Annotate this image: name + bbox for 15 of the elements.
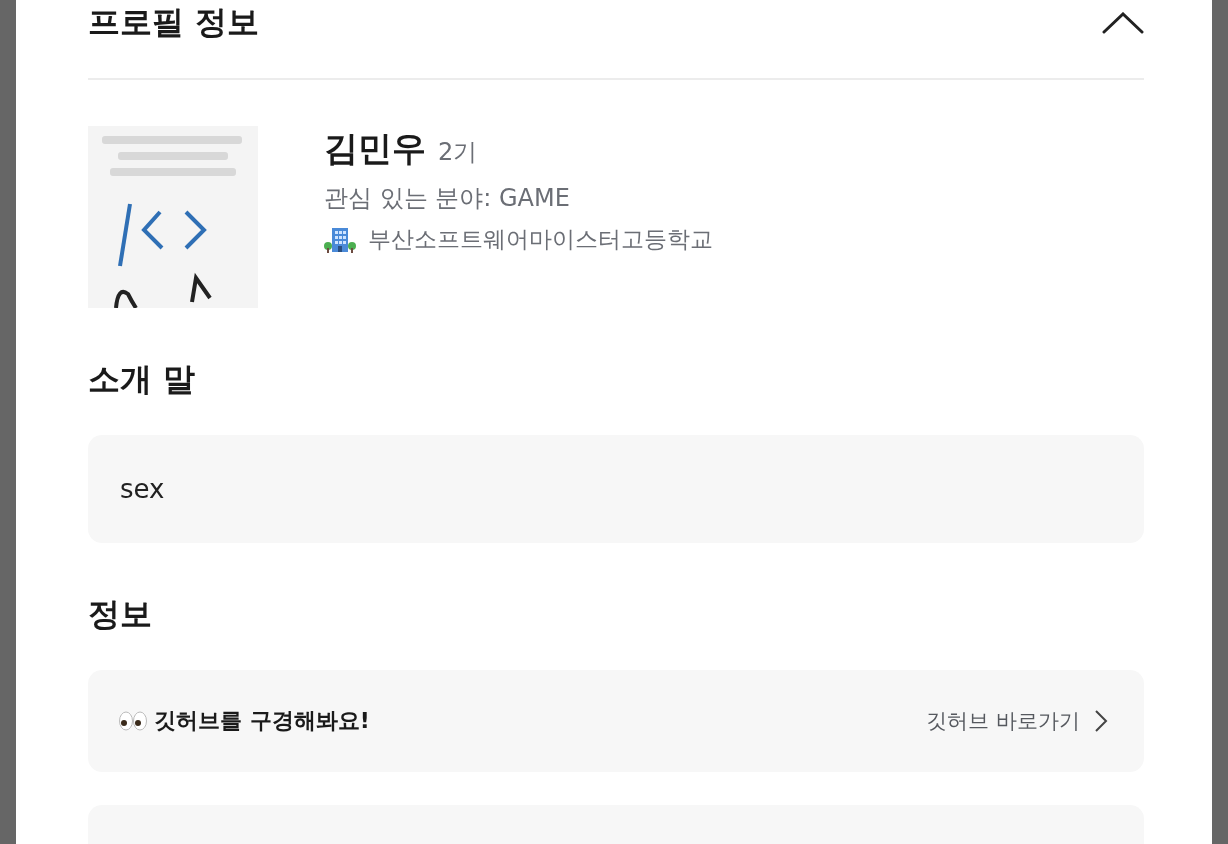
building-icon <box>324 225 356 254</box>
school-name: 부산소프트웨어마이스터고등학교 <box>368 225 713 254</box>
modal-title: 프로필 정보 <box>88 5 260 41</box>
section-heading: 정보 <box>88 597 153 633</box>
close-button[interactable] <box>1102 12 1144 34</box>
github-link[interactable]: 깃허브 바로가기 <box>926 707 1108 736</box>
card-title: 깃허브를 구경해봐요! <box>154 707 370 736</box>
generation-label: 2기 <box>438 137 478 168</box>
interest-text: 관심 있는 분야: GAME <box>324 183 570 214</box>
close-icon <box>1102 12 1144 34</box>
user-name: 김민우 <box>324 127 426 170</box>
eyes-icon <box>118 711 148 732</box>
chevron-right-icon <box>1094 709 1108 734</box>
section-heading: 소개 말 <box>88 362 197 398</box>
intro-text: sex <box>120 474 165 505</box>
